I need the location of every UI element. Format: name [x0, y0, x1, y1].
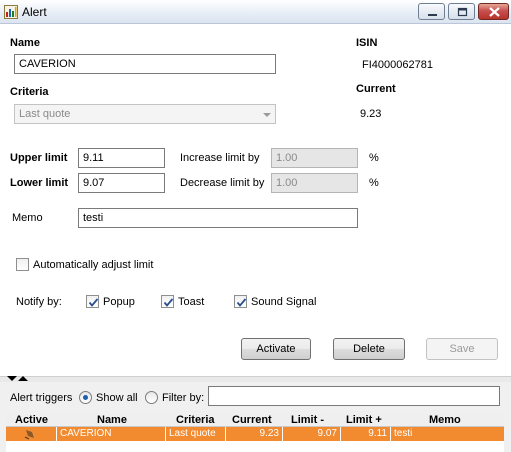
column-header-limit-minus[interactable]: Limit -	[291, 414, 324, 427]
isin-value: FI4000062781	[362, 59, 433, 71]
table-row[interactable]: CAVERION Last quote 9.23 9.07 9.11 testi	[6, 427, 504, 441]
table-cell-limit-minus: 9.07	[283, 427, 341, 441]
table-cell-active	[6, 427, 57, 441]
delete-button[interactable]: Delete	[333, 338, 405, 360]
increase-limit-label: Increase limit by	[180, 152, 260, 164]
toast-checkbox[interactable]	[161, 295, 174, 308]
sound-signal-label: Sound Signal	[251, 296, 317, 308]
increase-percent-label: %	[369, 152, 379, 164]
memo-input[interactable]: testi	[78, 208, 358, 228]
column-header-current[interactable]: Current	[232, 414, 272, 427]
checkmark-icon	[236, 298, 247, 307]
column-header-limit-plus[interactable]: Limit +	[346, 414, 382, 427]
minimize-icon	[428, 14, 437, 16]
title-bar[interactable]: Alert	[0, 0, 511, 24]
auto-adjust-checkbox[interactable]	[16, 258, 29, 271]
checkmark-icon	[88, 298, 99, 307]
current-value: 9.23	[360, 108, 382, 120]
table-cell-current: 9.23	[226, 427, 283, 441]
increase-limit-input[interactable]: 1.00	[271, 148, 358, 168]
alerts-table-header: Active Name Criteria Current Limit - Lim…	[6, 414, 504, 427]
filter-by-radio[interactable]	[145, 391, 158, 404]
save-button[interactable]: Save	[426, 338, 498, 360]
column-header-criteria[interactable]: Criteria	[176, 414, 215, 427]
collapse-arrows-icon[interactable]	[6, 375, 30, 382]
popup-checkbox[interactable]	[86, 295, 99, 308]
filter-input[interactable]	[208, 386, 500, 406]
column-header-name[interactable]: Name	[97, 414, 127, 427]
upper-limit-label: Upper limit	[10, 152, 68, 164]
close-button[interactable]	[478, 3, 509, 20]
filter-by-label: Filter by:	[162, 392, 205, 404]
bell-icon	[24, 430, 34, 440]
criteria-select[interactable]: Last quote	[14, 104, 276, 124]
chevron-down-icon	[263, 113, 271, 117]
table-cell-criteria: Last quote	[166, 427, 226, 441]
current-label: Current	[356, 83, 396, 95]
alerts-table-body	[6, 441, 504, 452]
maximize-icon	[457, 7, 468, 17]
auto-adjust-label: Automatically adjust limit	[33, 259, 154, 271]
table-cell-limit-plus: 9.11	[341, 427, 391, 441]
memo-label: Memo	[12, 212, 43, 224]
table-cell-name: CAVERION	[57, 427, 166, 441]
popup-label: Popup	[103, 296, 135, 308]
notify-label: Notify by:	[16, 296, 62, 308]
window-title: Alert	[22, 5, 47, 19]
criteria-select-value: Last quote	[19, 108, 71, 120]
close-icon	[489, 7, 500, 17]
table-cell-memo: testi	[394, 428, 413, 439]
radio-selected-dot	[83, 395, 88, 400]
activate-button[interactable]: Activate	[241, 338, 311, 360]
name-label: Name	[10, 37, 40, 49]
name-input[interactable]: CAVERION	[14, 54, 276, 74]
toast-label: Toast	[178, 296, 205, 308]
decrease-limit-label: Decrease limit by	[180, 177, 265, 189]
lower-limit-input[interactable]: 9.07	[78, 173, 165, 193]
show-all-label: Show all	[96, 392, 138, 404]
chart-app-icon	[4, 5, 18, 19]
decrease-percent-label: %	[369, 177, 379, 189]
maximize-button[interactable]	[448, 3, 475, 20]
lower-limit-label: Lower limit	[10, 177, 69, 189]
minimize-button[interactable]	[418, 3, 445, 20]
alert-form: Name ISIN CAVERION FI4000062781 Criteria…	[0, 24, 511, 376]
alert-triggers-label: Alert triggers	[10, 392, 73, 404]
sound-signal-checkbox[interactable]	[234, 295, 247, 308]
upper-limit-input[interactable]: 9.11	[78, 148, 165, 168]
isin-label: ISIN	[356, 37, 378, 49]
column-header-memo[interactable]: Memo	[429, 414, 461, 427]
decrease-limit-input[interactable]: 1.00	[271, 173, 358, 193]
show-all-radio[interactable]	[79, 391, 92, 404]
alert-triggers-panel: Alert triggers Show all Filter by: Activ…	[0, 382, 511, 452]
criteria-label: Criteria	[10, 86, 49, 98]
column-header-active[interactable]: Active	[15, 414, 48, 427]
checkmark-icon	[163, 298, 174, 307]
